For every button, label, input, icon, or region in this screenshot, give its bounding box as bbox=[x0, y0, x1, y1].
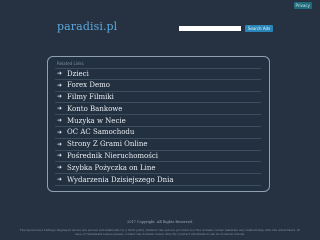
related-link-label[interactable]: Pośrednik Nieruchomości bbox=[67, 152, 158, 160]
related-link-oc-ac-samochodu[interactable]: ➜ OC AC Samochodu bbox=[55, 127, 261, 139]
related-link-wydarzenia[interactable]: ➜ Wydarzenia Dzisiejszego Dnia bbox=[55, 174, 261, 186]
related-link-label[interactable]: Filmy Filmiki bbox=[67, 93, 114, 101]
privacy-link[interactable]: Privacy bbox=[293, 2, 312, 9]
arrow-right-icon: ➜ bbox=[57, 93, 63, 101]
related-link-label[interactable]: Konto Bankowe bbox=[67, 105, 122, 113]
related-link-label[interactable]: Wydarzenia Dzisiejszego Dnia bbox=[67, 176, 174, 184]
related-link-szybka-pozyczka[interactable]: ➜ Szybka Pożyczka on Line bbox=[55, 162, 261, 175]
related-link-dzieci[interactable]: ➜ Dzieci bbox=[55, 68, 261, 80]
related-link-forex-demo[interactable]: ➜ Forex Demo bbox=[55, 80, 261, 92]
arrow-right-icon: ➜ bbox=[57, 81, 63, 89]
related-link-filmy-filmiki[interactable]: ➜ Filmy Filmiki bbox=[55, 92, 261, 104]
arrow-right-icon: ➜ bbox=[57, 128, 63, 136]
related-link-label[interactable]: Muzyka w Necie bbox=[67, 117, 126, 125]
related-links-heading: Related Links bbox=[57, 61, 84, 66]
related-link-label[interactable]: Strony Z Grami Online bbox=[67, 140, 148, 148]
copyright-text: 2017 Copyright. All Rights Reserved. bbox=[126, 220, 194, 224]
related-link-label[interactable]: Dzieci bbox=[67, 70, 89, 78]
arrow-right-icon: ➜ bbox=[57, 105, 63, 113]
arrow-right-icon: ➜ bbox=[57, 152, 63, 160]
related-links-list: ➜ Dzieci ➜ Forex Demo ➜ Filmy Filmiki ➜ … bbox=[55, 68, 261, 186]
related-link-strony-z-grami[interactable]: ➜ Strony Z Grami Online bbox=[55, 139, 261, 151]
related-link-konto-bankowe[interactable]: ➜ Konto Bankowe bbox=[55, 103, 261, 116]
arrow-right-icon: ➜ bbox=[57, 140, 63, 148]
arrow-right-icon: ➜ bbox=[57, 164, 63, 172]
related-link-posrednik[interactable]: ➜ Pośrednik Nieruchomości bbox=[55, 151, 261, 163]
related-link-label[interactable]: Szybka Pożyczka on Line bbox=[67, 164, 156, 172]
disclaimer-text: The Sponsored Listings displayed above a… bbox=[19, 228, 301, 236]
related-link-muzyka-w-necie[interactable]: ➜ Muzyka w Necie bbox=[55, 115, 261, 127]
arrow-right-icon: ➜ bbox=[57, 176, 63, 184]
top-bar: Privacy bbox=[0, 0, 320, 10]
site-logo[interactable]: paradisi.pl bbox=[57, 20, 117, 33]
related-link-label[interactable]: Forex Demo bbox=[67, 81, 110, 89]
search-ads-button[interactable]: Search Ads bbox=[245, 25, 273, 32]
arrow-right-icon: ➜ bbox=[57, 70, 63, 78]
search-input[interactable] bbox=[179, 26, 241, 31]
arrow-right-icon: ➜ bbox=[57, 117, 63, 125]
related-link-label[interactable]: OC AC Samochodu bbox=[67, 128, 134, 136]
